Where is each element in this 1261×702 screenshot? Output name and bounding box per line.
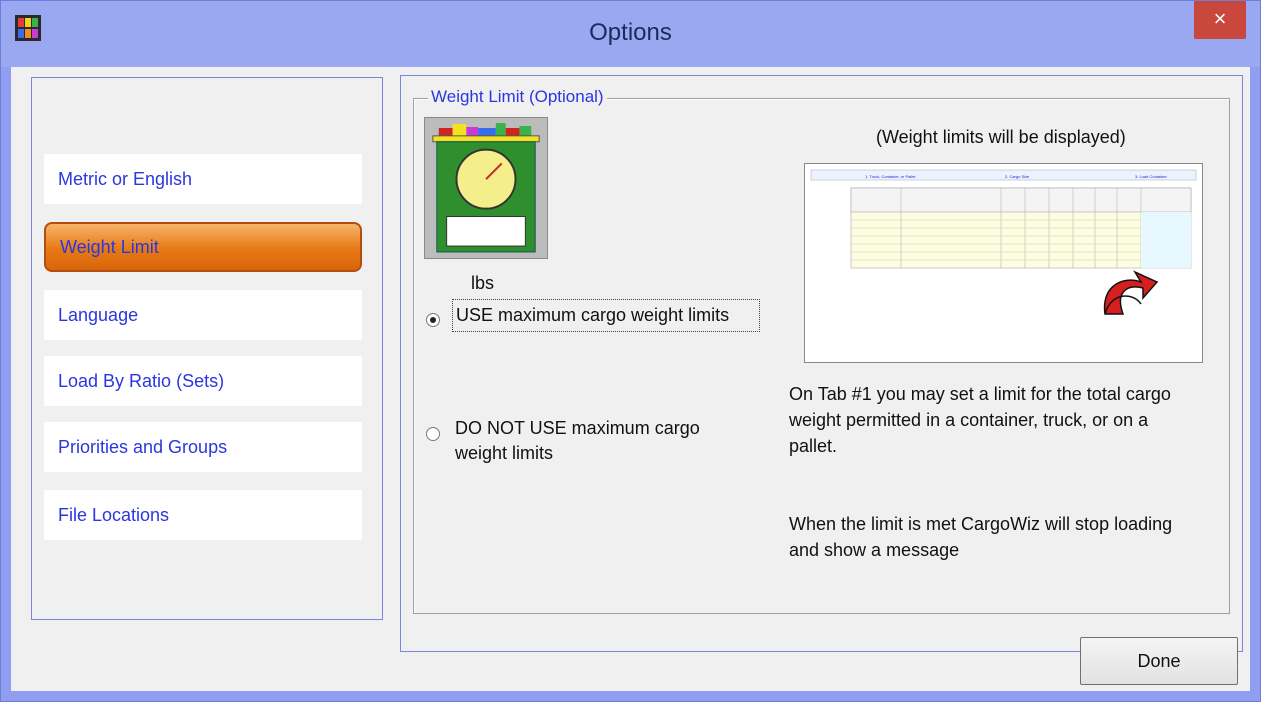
window-title: Options [589,19,672,46]
group-title: Weight Limit (Optional) [428,87,607,107]
info-text-2: When the limit is met CargoWiz will stop… [789,514,1173,560]
use-weight-limits-radio[interactable] [426,313,440,327]
nav-priorities-and-groups[interactable]: Priorities and Groups [44,422,362,472]
scale-icon [424,117,548,259]
preview-tab-3: 3. Load Container [1135,174,1167,179]
no-weight-limits-label[interactable]: DO NOT USE maximum cargo weight limits [452,413,718,469]
preview-table-image: 1. Truck, Container, or Pallet 2. Cargo … [805,164,1202,362]
preview-tab-2: 2. Cargo Size [1005,174,1030,179]
nav-language[interactable]: Language [44,290,362,340]
display-note: (Weight limits will be displayed) [876,127,1126,147]
nav-metric-or-english[interactable]: Metric or English [44,154,362,204]
title-bar[interactable]: Options × [1,1,1260,67]
client-area: Metric or English Weight Limit Language … [11,67,1250,691]
options-window: Options × Metric or English Weight Limit… [0,0,1261,702]
done-button[interactable]: Done [1080,637,1238,685]
unit-label: lbs [471,273,495,293]
use-weight-limits-label[interactable]: USE maximum cargo weight limits [452,299,760,332]
nav-file-locations[interactable]: File Locations [44,490,362,540]
nav-weight-limit[interactable]: Weight Limit [44,222,362,272]
options-content-panel: Weight Limit (Optional) lbs USE maximum … [400,75,1243,652]
use-weight-limits-option[interactable]: USE maximum cargo weight limits [426,299,760,332]
tab-preview-image: 1. Truck, Container, or Pallet 2. Cargo … [804,163,1203,363]
info-text-1: On Tab #1 you may set a limit for the to… [789,384,1171,456]
nav-load-by-ratio[interactable]: Load By Ratio (Sets) [44,356,362,406]
preview-tab-1: 1. Truck, Container, or Pallet [865,174,916,179]
no-weight-limits-radio[interactable] [426,427,440,441]
weight-limit-group: Weight Limit (Optional) lbs USE maximum … [413,87,1230,614]
no-weight-limits-option[interactable]: DO NOT USE maximum cargo weight limits [426,413,718,469]
options-category-panel: Metric or English Weight Limit Language … [31,77,383,620]
close-button[interactable]: × [1194,1,1246,39]
